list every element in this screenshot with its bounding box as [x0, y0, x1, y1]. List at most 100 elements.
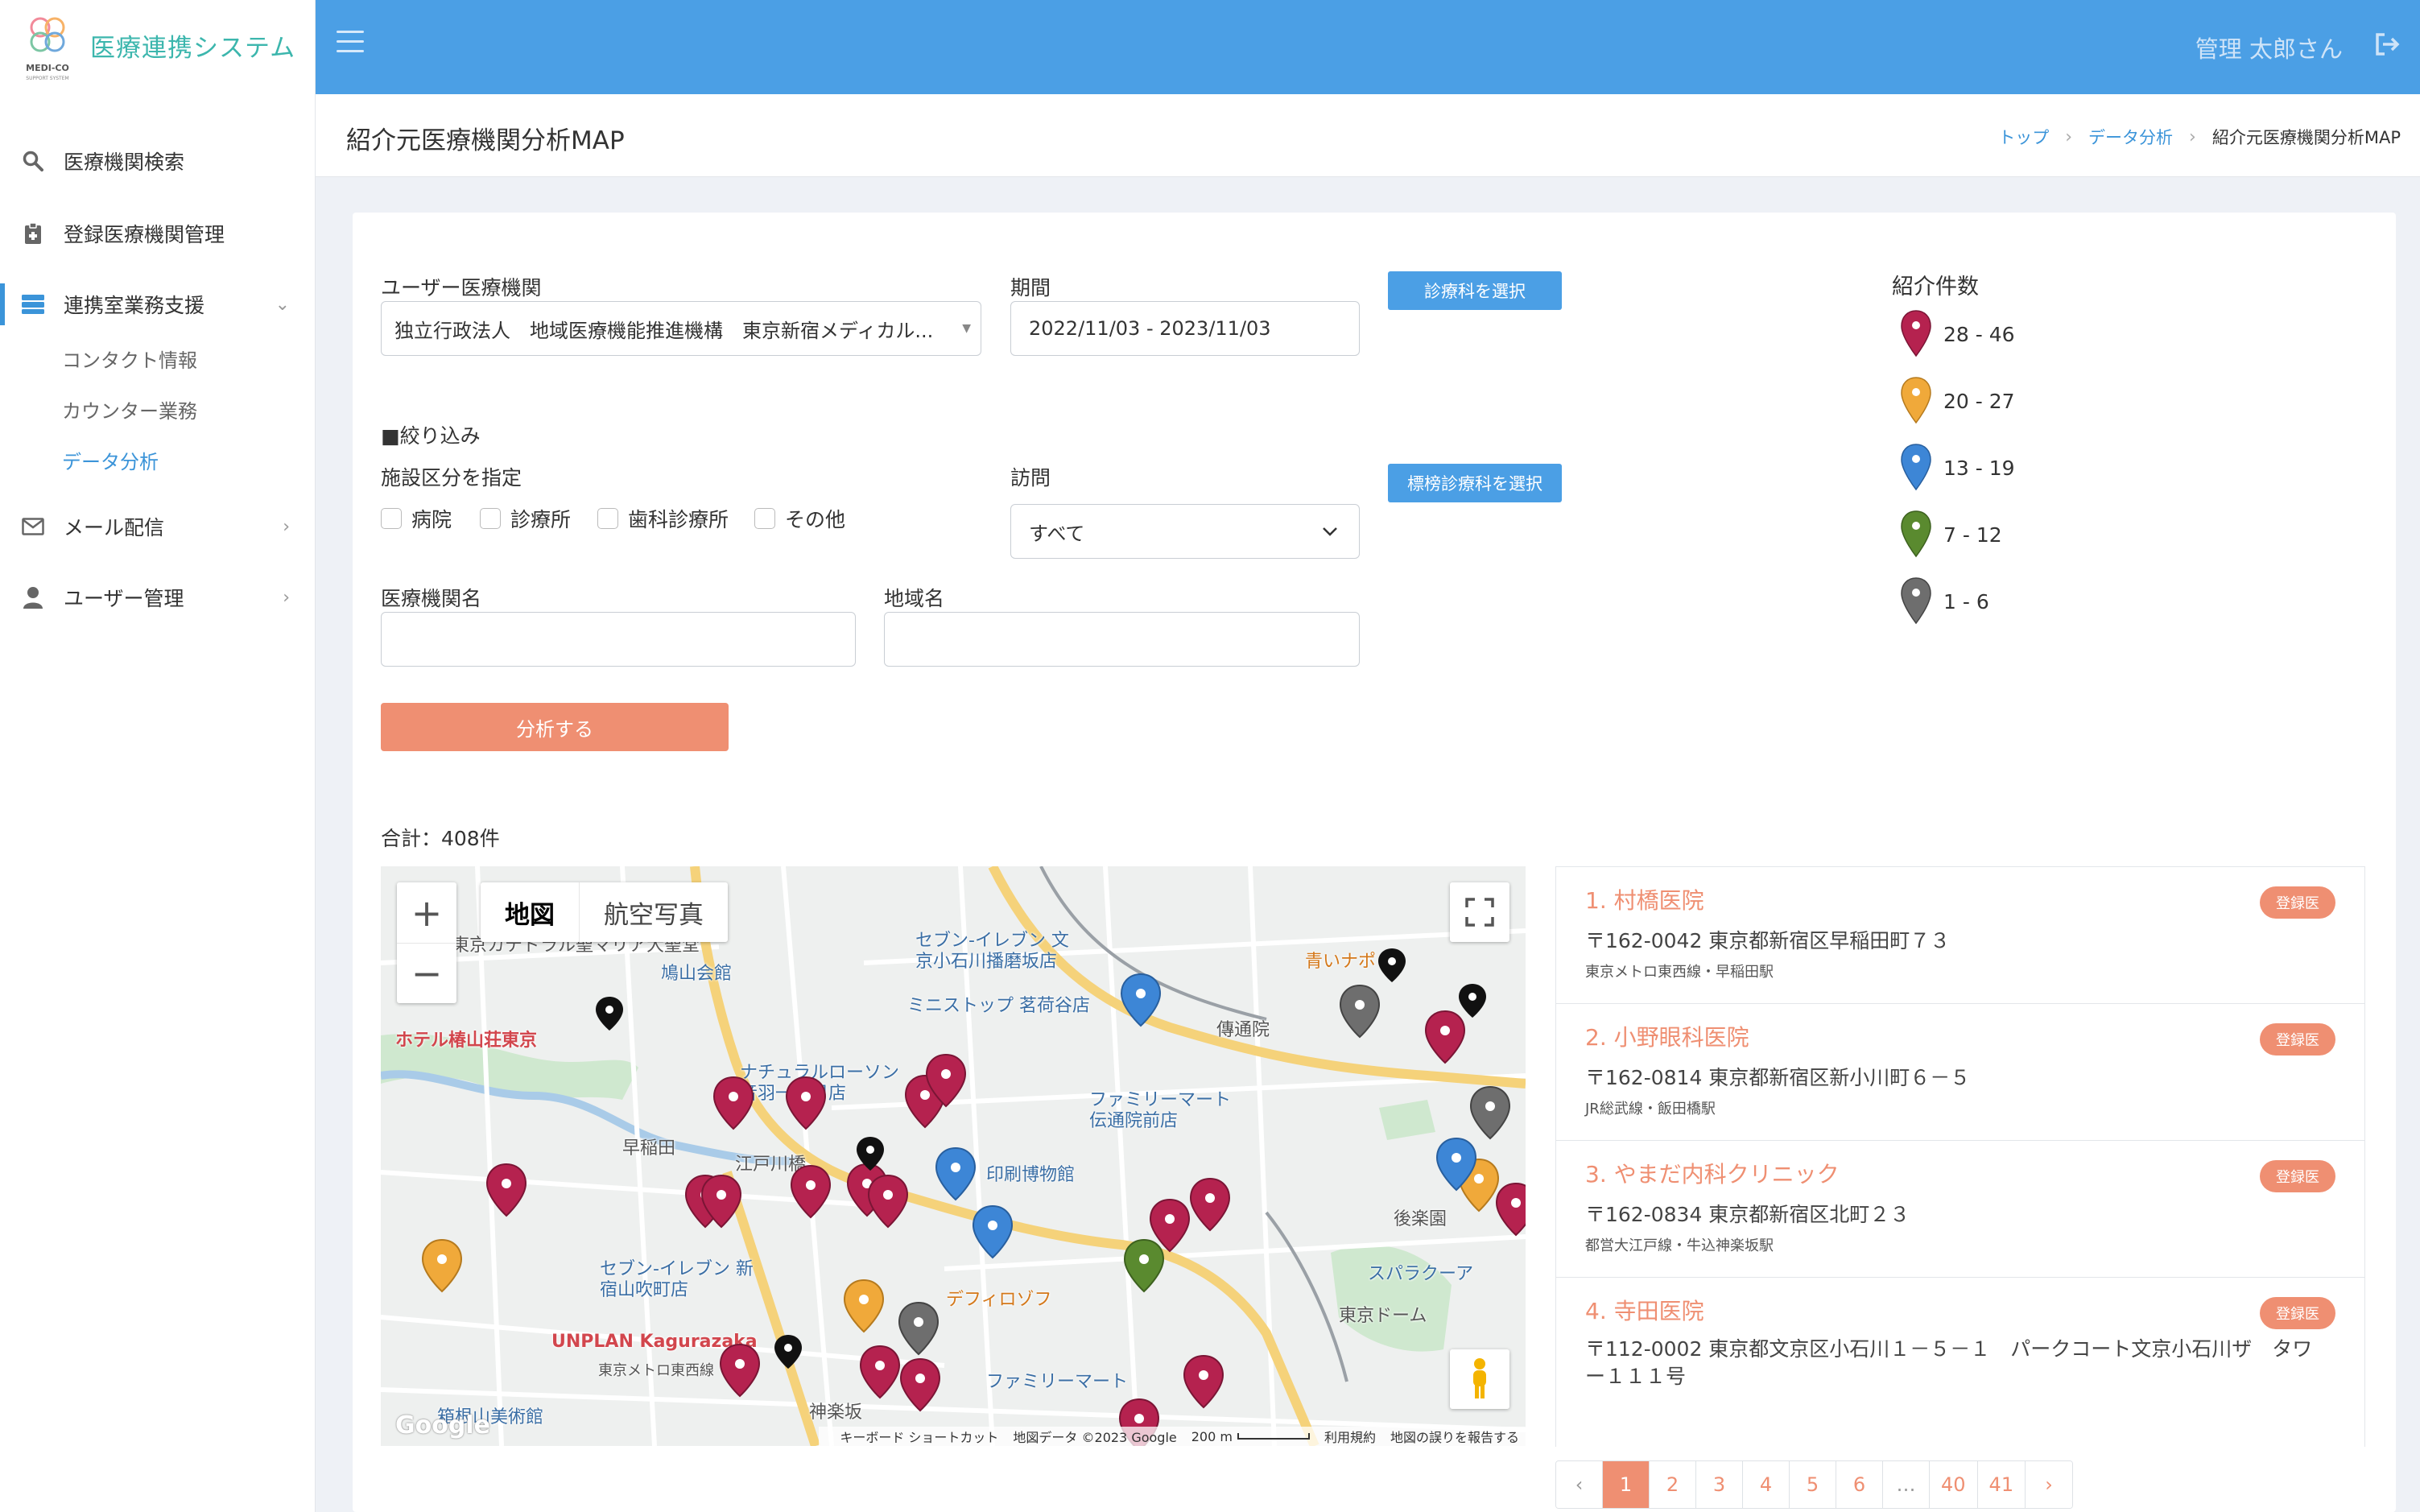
map-marker[interactable] [713, 1076, 754, 1130]
status-badge: 登録医 [2260, 886, 2335, 919]
sidebar-item-label: 連携室業務支援 [64, 294, 205, 317]
map-marker[interactable] [1425, 1010, 1465, 1064]
map-type-satellite-button[interactable]: 航空写真 [579, 882, 728, 942]
legend-range: 28 - 46 [1943, 322, 2015, 346]
map-marker[interactable] [868, 1175, 908, 1228]
facility-checkbox-clinic[interactable]: 診療所 [480, 504, 571, 533]
pagination-page[interactable]: 1 [1603, 1461, 1650, 1508]
fullscreen-icon[interactable] [1450, 882, 1509, 942]
sidebar-item-label: メール配信 [64, 516, 165, 539]
app-title: 医療連携システム [90, 34, 296, 63]
map-marker[interactable] [774, 1335, 802, 1369]
map-pin-icon [1901, 444, 1931, 491]
legend-range: 1 - 6 [1943, 589, 1989, 613]
facility-checkbox-dental[interactable]: 歯科診療所 [597, 504, 729, 533]
pagination-page[interactable]: 2 [1650, 1461, 1696, 1508]
select-standard-department-button[interactable]: 標榜診療科を選択 [1388, 464, 1562, 502]
report-error-link[interactable]: 地図の誤りを報告する [1390, 1427, 1519, 1446]
app-logo[interactable]: MEDI-CO SUPPORT SYSTEM 医療連携システム [19, 13, 309, 85]
map-marker[interactable] [1183, 1355, 1224, 1408]
period-label: 期間 [1010, 276, 1051, 300]
user-institution-select[interactable]: 独立行政法人 地域医療機能推進機構 東京新宿メディカル... ▼ [381, 301, 981, 356]
list-item[interactable]: 1. 村橋医院 登録医 〒162-0042 東京都新宿区早稲田町７３ 東京メトロ… [1555, 867, 2365, 1004]
period-input[interactable]: 2022/11/03 - 2023/11/03 [1010, 301, 1360, 356]
map-marker[interactable] [1378, 948, 1406, 982]
map-marker[interactable] [720, 1344, 760, 1397]
sidebar-subitem-analysis[interactable]: データ分析 [62, 446, 159, 474]
pagination-page[interactable]: 40 [1930, 1461, 1978, 1508]
zoom-in-button[interactable]: + [397, 882, 456, 943]
analyze-button[interactable]: 分析する [381, 703, 729, 751]
map-marker[interactable] [1190, 1178, 1230, 1231]
map-marker[interactable] [791, 1165, 831, 1218]
map-marker[interactable] [900, 1358, 940, 1411]
sidebar-item-label: ユーザー管理 [64, 587, 184, 610]
institution-name-input[interactable] [381, 612, 856, 667]
institution-address: 〒162-0042 東京都新宿区早稲田町７３ [1585, 929, 1951, 952]
map-marker[interactable] [1124, 1239, 1164, 1292]
map-marker[interactable] [422, 1239, 462, 1292]
street-view-pegman-icon[interactable] [1450, 1349, 1509, 1409]
sidebar-subitem-contact[interactable]: コンタクト情報 [62, 345, 197, 373]
chevron-right-icon: › [283, 516, 290, 537]
user-name[interactable]: 管理 太郎さん [2195, 31, 2343, 64]
institution-name-link[interactable]: 2. 小野眼科医院 [1585, 1020, 1749, 1052]
institution-name-link[interactable]: 1. 村橋医院 [1585, 883, 1704, 915]
facility-checkbox-hospital[interactable]: 病院 [381, 504, 452, 533]
map-marker[interactable] [1459, 984, 1486, 1018]
legend-range: 7 - 12 [1943, 523, 2002, 547]
map-marker[interactable] [786, 1076, 826, 1130]
sidebar-item-mail[interactable]: メール配信 › [0, 502, 316, 551]
breadcrumb: トップ › データ分析 › 紹介元医療機関分析MAP [1998, 125, 2401, 149]
map-marker[interactable] [596, 997, 623, 1031]
map-marker[interactable] [1340, 985, 1380, 1038]
map-marker[interactable] [1470, 1086, 1510, 1139]
institution-name-link[interactable]: 4. 寺田医院 [1585, 1294, 1704, 1326]
pagination-page[interactable]: 5 [1790, 1461, 1836, 1508]
pagination-prev[interactable]: ‹ [1556, 1461, 1603, 1508]
terms-link[interactable]: 利用規約 [1324, 1427, 1376, 1446]
pagination-next[interactable]: › [2026, 1461, 2073, 1508]
sidebar-item-liaison[interactable]: 連携室業務支援 ⌄ [0, 280, 316, 328]
select-department-button[interactable]: 診療科を選択 [1388, 271, 1562, 310]
list-item[interactable]: 4. 寺田医院 登録医 〒112-0002 東京都文京区小石川１－５－１ パーク… [1555, 1278, 2365, 1447]
chevron-down-icon [1322, 519, 1338, 542]
map-type-map-button[interactable]: 地図 [481, 882, 579, 942]
list-item[interactable]: 3. やまだ内科クリニック 登録医 〒162-0834 東京都新宿区北町２３ 都… [1555, 1141, 2365, 1278]
map-attribution: キーボード ショートカット 地図データ ©2023 Google 200 m 利… [819, 1427, 1526, 1446]
hamburger-menu-icon[interactable] [337, 31, 364, 55]
pagination-page[interactable]: 41 [1977, 1461, 2026, 1508]
sidebar-item-search[interactable]: 医療機関検索 [0, 137, 316, 185]
map-view[interactable]: 東京カテドラル聖マリア大聖堂 ホテル椿山荘東京 鳩山会館 セブン-イレブン 文京… [381, 866, 1526, 1446]
pagination-page[interactable]: 6 [1836, 1461, 1883, 1508]
breadcrumb-current: 紹介元医療機関分析MAP [2211, 128, 2401, 147]
facility-checkbox-other[interactable]: その他 [754, 504, 845, 533]
sidebar-item-label: 医療機関検索 [64, 151, 185, 174]
region-input[interactable] [884, 612, 1360, 667]
breadcrumb-top[interactable]: トップ [1998, 125, 2049, 149]
map-marker[interactable] [973, 1205, 1013, 1258]
sidebar-subitem-counter[interactable]: カウンター業務 [62, 395, 197, 423]
pagination-page[interactable]: 3 [1696, 1461, 1743, 1508]
map-marker[interactable] [898, 1302, 939, 1355]
list-item[interactable]: 2. 小野眼科医院 登録医 〒162-0814 東京都新宿区新小川町６－５ JR… [1555, 1004, 2365, 1141]
visit-select[interactable]: すべて [1010, 504, 1360, 559]
search-icon [21, 149, 45, 173]
map-marker[interactable] [860, 1345, 900, 1398]
keyboard-shortcuts-link[interactable]: キーボード ショートカット [840, 1427, 998, 1446]
sidebar-item-users[interactable]: ユーザー管理 › [0, 573, 316, 622]
legend-item: 13 - 19 [1900, 443, 2015, 493]
logout-icon[interactable] [2373, 31, 2402, 60]
legend-item: 7 - 12 [1900, 510, 2002, 560]
map-marker[interactable] [844, 1279, 884, 1332]
breadcrumb-analysis[interactable]: データ分析 [2088, 125, 2173, 149]
map-marker[interactable] [1496, 1183, 1526, 1236]
map-marker[interactable] [486, 1163, 527, 1217]
zoom-out-button[interactable]: − [397, 943, 456, 1003]
institution-name-link[interactable]: 3. やまだ内科クリニック [1585, 1157, 1840, 1189]
pagination-page[interactable]: 4 [1743, 1461, 1790, 1508]
sidebar-item-registered[interactable]: 登録医療機関管理 [0, 209, 316, 258]
map-marker[interactable] [935, 1147, 976, 1200]
map-marker[interactable] [1121, 973, 1161, 1027]
institution-station: 東京メトロ東西線・早稲田駅 [1585, 964, 1774, 981]
